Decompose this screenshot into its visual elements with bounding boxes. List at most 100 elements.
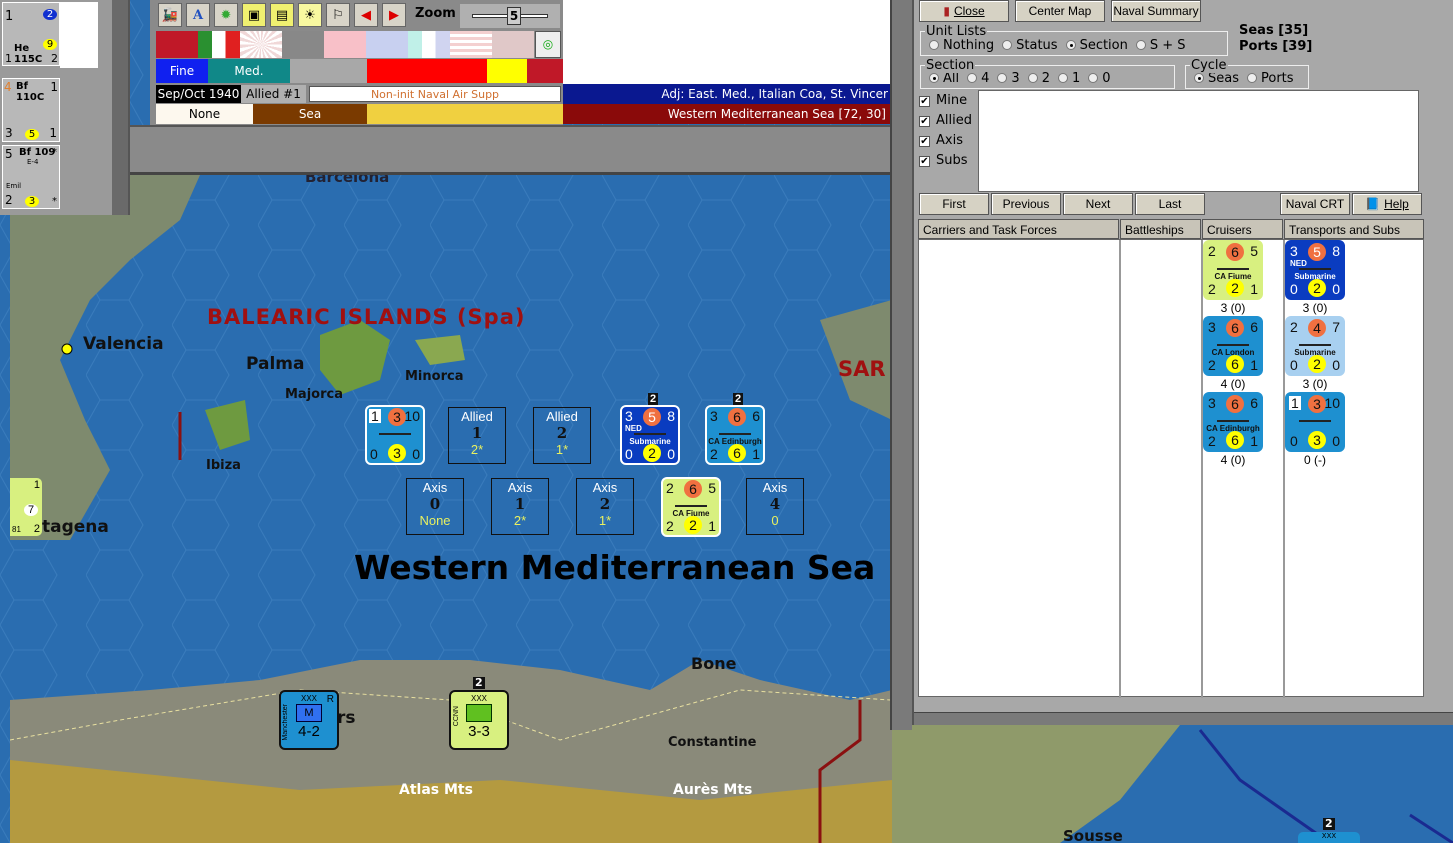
filter-axis[interactable]: ✔ Axis [919,131,977,151]
land-unit-manchester[interactable]: XXX R Manchester M 4-2 [279,690,339,750]
hex-grid-icon[interactable]: ▣ [242,3,266,27]
font-a-icon[interactable]: A [186,3,210,27]
filter-mine[interactable]: ✔ Mine [919,91,977,111]
radio-nothing[interactable]: Nothing [921,38,994,53]
radio-seas[interactable]: Seas [1186,71,1239,86]
radio-button[interactable] [1247,73,1257,83]
radio-ports[interactable]: Ports [1239,71,1294,86]
previous-button[interactable]: Previous [991,193,1061,215]
radio-button[interactable] [967,73,978,83]
panel-scrollbar[interactable] [914,712,1453,725]
hex-type-field: Sea [253,104,367,124]
flag-usa[interactable] [450,31,492,58]
partial-air-counter[interactable]: 1 7 81 2 [10,478,42,536]
naval-counter-submarine[interactable]: 3 5 8 NED Submarine 0 2 0 2 [620,393,680,465]
last-button[interactable]: Last [1135,193,1205,215]
help-button[interactable]: 📘 Help [1352,193,1422,215]
status-box-allied-1[interactable]: Allied 1 2* [448,407,506,464]
stack-count: 2 [648,393,659,405]
filter-subs[interactable]: ✔ Subs [919,151,977,171]
radio-button[interactable] [1088,73,1099,83]
radio-1[interactable]: 1 [1050,71,1080,86]
arrow-right-icon[interactable]: ▶ [382,3,406,27]
list-counter-submarine[interactable]: 2 4 7 Submarine 0 2 0 [1285,316,1345,376]
box-side: Axis [762,480,788,495]
list-counter-transport[interactable]: 1 3 10 0 3 0 [1285,392,1345,452]
radio-all[interactable]: All [921,71,959,86]
flag-icon[interactable]: ⚐ [326,3,350,27]
first-button[interactable]: First [919,193,989,215]
move-value: 1 [752,446,760,462]
land-unit-ccnn[interactable]: XXX CCNN 3-3 [449,690,509,750]
naval-counter-ca-edinburgh[interactable]: 3 6 6 CA Edinburgh 2 6 1 2 [705,393,765,465]
air-unit-bf109[interactable]: 5 Bf 109 E-4 * Emil 2 3 * [2,145,60,209]
radio-status[interactable]: Status [994,38,1058,53]
status-box-allied-2[interactable]: Allied 2 1* [533,407,591,464]
radio-s-s[interactable]: S + S [1128,38,1186,53]
flag-france[interactable] [408,31,450,58]
flag-ussr[interactable] [492,31,534,58]
flag-china[interactable] [324,31,366,58]
radio-button[interactable] [929,40,939,50]
list-counter-ca-fiume[interactable]: 2 6 5 CA Fiume 2 2 1 [1203,240,1263,300]
box-side: Axis [592,480,618,495]
target-icon[interactable]: ◎ [535,31,561,58]
flag-uk[interactable] [366,31,408,58]
column-header-battleships[interactable]: Battleships [1120,219,1201,239]
green-gear-icon[interactable]: ✹ [214,3,238,27]
box-value: 1* [555,442,569,457]
radio-2[interactable]: 2 [1020,71,1050,86]
splitter-bar[interactable] [890,0,912,730]
naval-crt-button[interactable]: Naval CRT [1280,193,1350,215]
air-unit-bf110c[interactable]: 4 Bf 110C 1 3 5 1 [2,78,60,142]
center-map-button[interactable]: Center Map [1015,0,1105,22]
status-box-axis-0[interactable]: Axis 0 None [406,478,464,535]
radio-section[interactable]: Section [1058,38,1128,53]
zoom-slider[interactable]: 5 [460,4,560,28]
column-header-carriers[interactable]: Carriers and Task Forces [918,219,1119,239]
radio-button[interactable] [1194,73,1204,83]
radio-button[interactable] [997,73,1008,83]
radio-button[interactable] [1027,73,1038,83]
partial-land-unit[interactable]: XXX [1298,832,1360,843]
hex-number-icon[interactable]: ▤ [270,3,294,27]
radio-4[interactable]: 4 [959,71,989,86]
unit-strength: 4-2 [298,723,320,740]
status-box-axis-1[interactable]: Axis 1 2* [491,478,549,535]
list-counter-ned-submarine[interactable]: 3 5 8 NED Submarine 0 2 0 [1285,240,1345,300]
flag-japan[interactable] [240,31,282,58]
radio-0[interactable]: 0 [1080,71,1111,86]
box-section-number: 4 [769,495,781,513]
weather-sun-icon[interactable]: ☀ [298,3,322,27]
close-button[interactable]: ▮ Close [919,0,1009,22]
scrollbar[interactable] [112,0,128,215]
column-header-transports-subs[interactable]: Transports and Subs [1284,219,1424,239]
filter-allied[interactable]: ✔ Allied [919,111,977,131]
radio-button[interactable] [1065,40,1076,50]
naval-counter-transport[interactable]: 1 3 10 0 3 0 [365,405,425,465]
radio-button[interactable] [1135,40,1146,50]
radio-button[interactable] [1057,73,1068,83]
unit-name: CCNN [453,706,460,727]
zoom-slider-thumb[interactable]: 5 [507,7,521,25]
list-counter-ca-edinburgh[interactable]: 3 6 6 CA Edinburgh 2 6 1 [1203,392,1263,452]
naval-counter-ca-fiume[interactable]: 2 6 5 CA Fiume 2 2 1 [661,477,721,537]
next-button[interactable]: Next [1063,193,1133,215]
status-box-axis-4[interactable]: Axis 4 0 [746,478,804,535]
radio-button[interactable] [1002,40,1013,50]
radio-button[interactable] [929,73,939,83]
arrow-left-icon[interactable]: ◀ [354,3,378,27]
naval-summary-button[interactable]: Naval Summary [1111,0,1201,22]
air-unit-he115c[interactable]: 1 2 9 1 He 115C 2 [2,2,60,66]
weather-zone-field: Med. [208,59,290,83]
box-value: 2* [513,513,527,528]
flag-germany[interactable] [156,31,198,58]
radio-3[interactable]: 3 [989,71,1020,86]
list-counter-ca-london[interactable]: 3 6 6 CA London 2 6 1 [1203,316,1263,376]
train-icon[interactable]: 🚂 [158,3,182,27]
column-header-cruisers[interactable]: Cruisers [1202,219,1283,239]
flag-italy[interactable] [198,31,240,58]
label-valencia: Valencia [83,334,164,354]
speed-circle: 5 [643,408,661,426]
status-box-axis-2[interactable]: Axis 2 1* [576,478,634,535]
